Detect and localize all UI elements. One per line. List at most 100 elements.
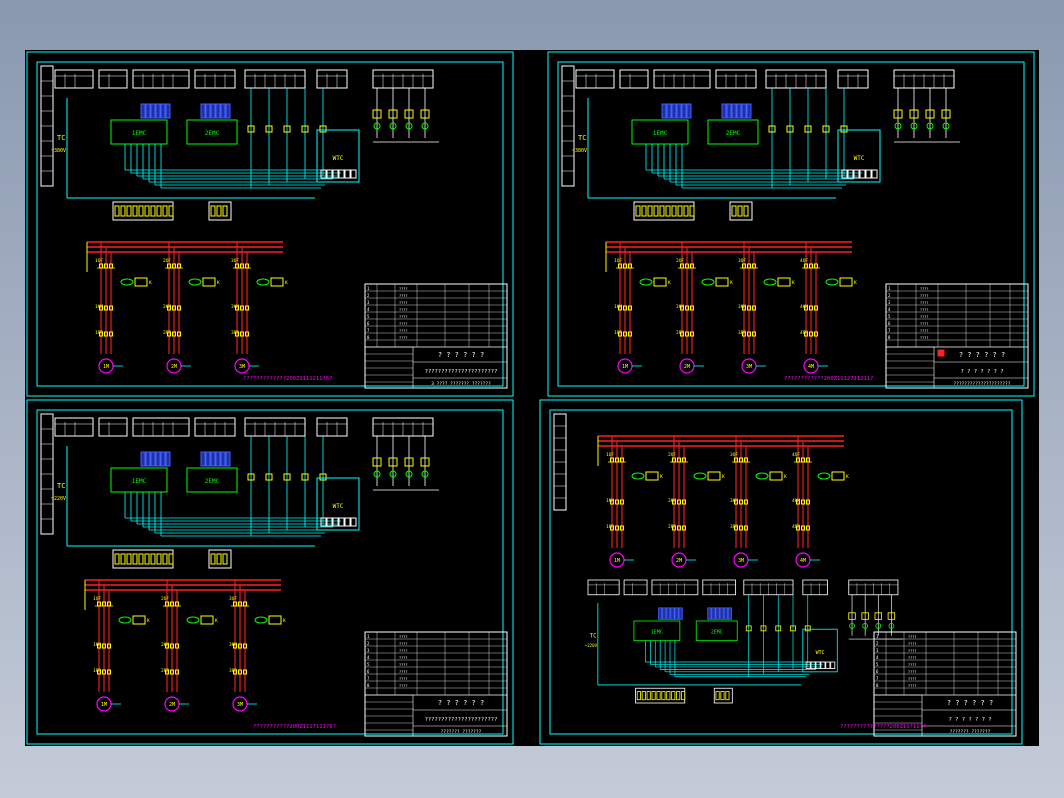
wtc-terminal [332, 169, 339, 179]
parts-cell: ???? [399, 649, 407, 653]
parts-index: 2 [876, 641, 879, 646]
connector-pin [711, 607, 716, 620]
tc-label: TC [590, 633, 597, 639]
connector-pin [165, 103, 171, 119]
supply-label: ~220V [585, 643, 598, 648]
wtc-terminal [871, 169, 878, 179]
parts-cell: ???? [920, 308, 928, 312]
schematic-sheet: TC ~380V 1EMC 2EMC WTC 1QF K 1KM 1FR 1M 2QF K 2KM 2FR… [547, 51, 1035, 397]
parts-index: 7 [367, 676, 370, 681]
parts-cell: ???? [920, 322, 928, 326]
connector-pin [666, 607, 671, 620]
module-label: 1EMC [653, 130, 668, 137]
indicator-box [653, 277, 667, 287]
connector-pin [205, 451, 211, 467]
motor-label: 3M [738, 558, 744, 564]
terminal-block [150, 553, 156, 565]
breaker-label: 3QF [229, 596, 237, 602]
sheet-inner-frame [549, 409, 1013, 735]
supply-label: ~380V [572, 148, 587, 154]
parts-index: 5 [367, 662, 370, 667]
connector-pin [165, 451, 171, 467]
indicator-box [839, 277, 853, 287]
connector-pin [721, 103, 727, 119]
terminal-block [132, 205, 138, 217]
overload-label: 4FR [792, 524, 800, 530]
drawing-subtitle: ?????????????????????? [425, 369, 498, 375]
overload-label: 1FR [606, 524, 614, 530]
connector-pin [741, 103, 747, 119]
legend-box [316, 69, 348, 89]
parts-index: 2 [367, 641, 370, 646]
breaker-label: 3QF [738, 258, 746, 264]
wtc-terminal [859, 169, 866, 179]
parts-cell: ???? [908, 677, 916, 681]
terminal-block [743, 205, 749, 217]
wtc-terminal [350, 169, 357, 179]
wtc-terminal [847, 169, 854, 179]
indicator-label: K [660, 474, 663, 480]
current-transformer [256, 278, 270, 286]
drawing-number: 3 ???? ??????? ??????? [431, 381, 491, 387]
module-label: 2EMC [205, 130, 220, 137]
drawing-number: ??????? ??????? [950, 729, 991, 735]
breaker-label: 3QF [730, 452, 738, 458]
breaker-label: 2QF [161, 596, 169, 602]
terminal-block [168, 205, 174, 217]
wtc-terminal [326, 169, 333, 179]
contactor-label: 3KM [229, 642, 237, 648]
parts-cell: ???? [399, 329, 407, 333]
breaker-label: 4QF [792, 452, 800, 458]
terminal-block [731, 205, 737, 217]
legend-box [623, 579, 648, 596]
parts-index: 8 [876, 683, 879, 688]
motor-label: 2M [171, 364, 177, 370]
sheet-footer-text: ???????????200Z1117111?9? [253, 724, 336, 730]
motor-label: 3M [746, 364, 752, 370]
indicator-label: K [149, 280, 152, 286]
contactor-label: 2KM [676, 304, 684, 310]
drawing-subtitle: ? ? ? ? ? ? ? [948, 717, 991, 723]
sheet-inner-frame [557, 61, 1025, 387]
current-transformer [118, 616, 132, 624]
wtc-terminal [853, 169, 860, 179]
parts-cell: ???? [399, 294, 407, 298]
legend-box [587, 579, 620, 596]
parts-index: 6 [876, 669, 879, 674]
connector-pin [155, 103, 161, 119]
parts-cell: ???? [399, 656, 407, 660]
terminal-block [210, 205, 216, 217]
terminal-block [646, 691, 651, 701]
terminal-block [635, 205, 641, 217]
module-label: WTC [333, 503, 344, 510]
terminal-block [683, 205, 689, 217]
motor-label: 4M [800, 558, 806, 564]
terminal-block [677, 205, 683, 217]
parts-index: 4 [367, 655, 370, 660]
wtc-terminal [865, 169, 872, 179]
connector-pin [220, 451, 226, 467]
parts-index: 5 [888, 314, 891, 319]
parts-cell: ???? [908, 649, 916, 653]
connector-pin [220, 103, 226, 119]
contactor-label: 4KM [792, 498, 800, 504]
parts-index: 6 [367, 669, 370, 674]
parts-cell: ???? [920, 329, 928, 333]
overload-label: 1FR [614, 330, 622, 336]
parts-index: 2 [367, 293, 370, 298]
contactor-label: 3KM [730, 498, 738, 504]
current-transformer [639, 278, 653, 286]
parts-index: 4 [876, 655, 879, 660]
terminal-block [676, 691, 681, 701]
terminal-block [671, 205, 677, 217]
sheet-outer-frame [547, 51, 1035, 397]
wtc-terminal [820, 661, 826, 669]
motor-label: 2M [684, 364, 690, 370]
electrical-schematic-drawing: TC ~380V 1EMC 2EMC WTC 1QF K 1KM 1FR 1M 2QF K 2KM 2FR… [26, 51, 1035, 745]
sheet-inner-frame [36, 61, 504, 387]
legend-box [98, 417, 128, 437]
indicator-label: K [668, 280, 671, 286]
terminal-block [216, 553, 222, 565]
terminal-block [144, 553, 150, 565]
module-label: 1EMC [132, 130, 147, 137]
